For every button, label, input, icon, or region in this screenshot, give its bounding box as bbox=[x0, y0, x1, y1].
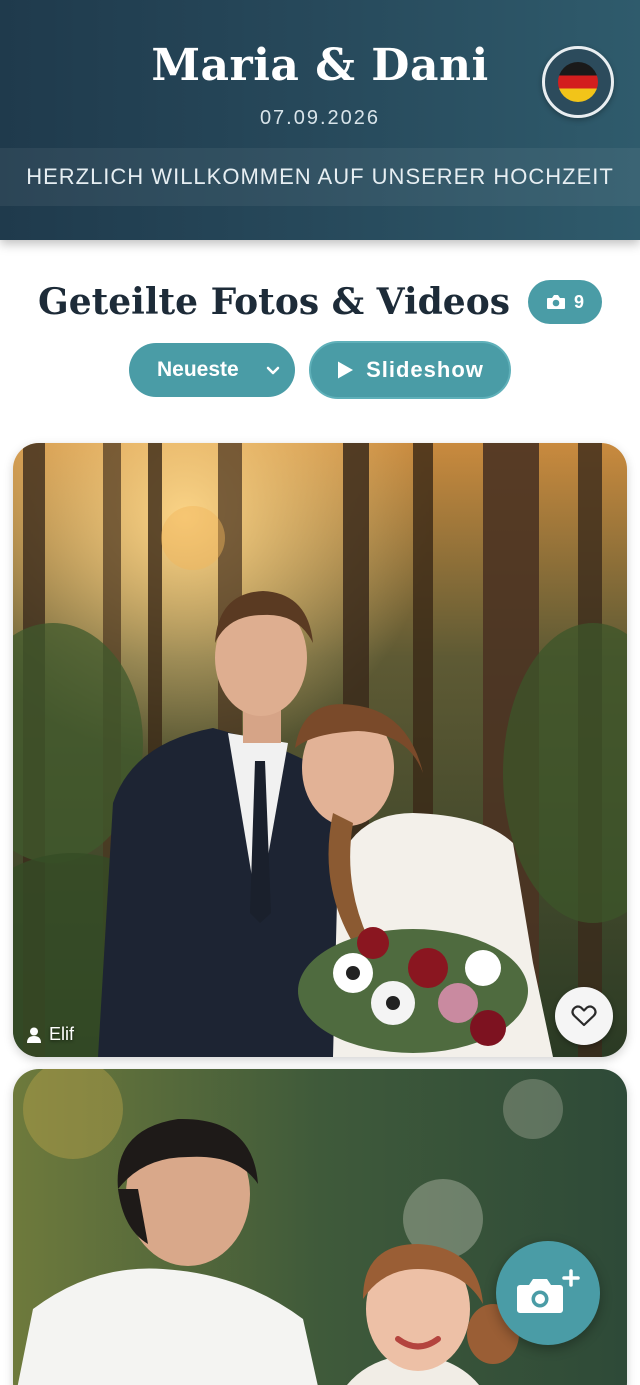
gallery-title: Geteilte Fotos & Videos bbox=[37, 281, 510, 323]
camera-icon bbox=[547, 295, 565, 309]
gallery-controls: Neueste Slideshow bbox=[0, 341, 640, 399]
language-button[interactable] bbox=[542, 46, 614, 118]
germany-flag-icon bbox=[558, 62, 598, 102]
like-button[interactable] bbox=[555, 987, 613, 1045]
photo-image bbox=[13, 443, 627, 1057]
slideshow-button[interactable]: Slideshow bbox=[309, 341, 511, 399]
wedding-date: 07.09.2026 bbox=[259, 107, 381, 129]
user-icon bbox=[27, 1027, 41, 1043]
uploader-label: Elif bbox=[27, 1024, 74, 1045]
photo-count: 9 bbox=[574, 291, 585, 312]
uploader-name: Elif bbox=[49, 1024, 75, 1044]
photo-count-badge: 9 bbox=[528, 280, 603, 324]
play-icon bbox=[338, 361, 354, 379]
photo-card[interactable]: Elif bbox=[13, 443, 627, 1057]
sort-select[interactable]: Neueste bbox=[129, 343, 295, 397]
camera-plus-icon bbox=[517, 1269, 580, 1313]
app-header: Maria & Dani 07.09.2026 HERZLICH WILLKOM… bbox=[0, 0, 640, 240]
slideshow-label: Slideshow bbox=[366, 357, 484, 382]
sort-selected-label: Neueste bbox=[157, 358, 239, 381]
chevron-down-icon bbox=[266, 366, 280, 375]
upload-photo-button[interactable] bbox=[496, 1241, 600, 1345]
gallery-title-row: Geteilte Fotos & Videos 9 bbox=[0, 274, 640, 330]
heart-icon bbox=[571, 1005, 597, 1027]
welcome-banner: HERZLICH WILLKOMMEN AUF UNSERER HOCHZEIT bbox=[0, 148, 640, 206]
